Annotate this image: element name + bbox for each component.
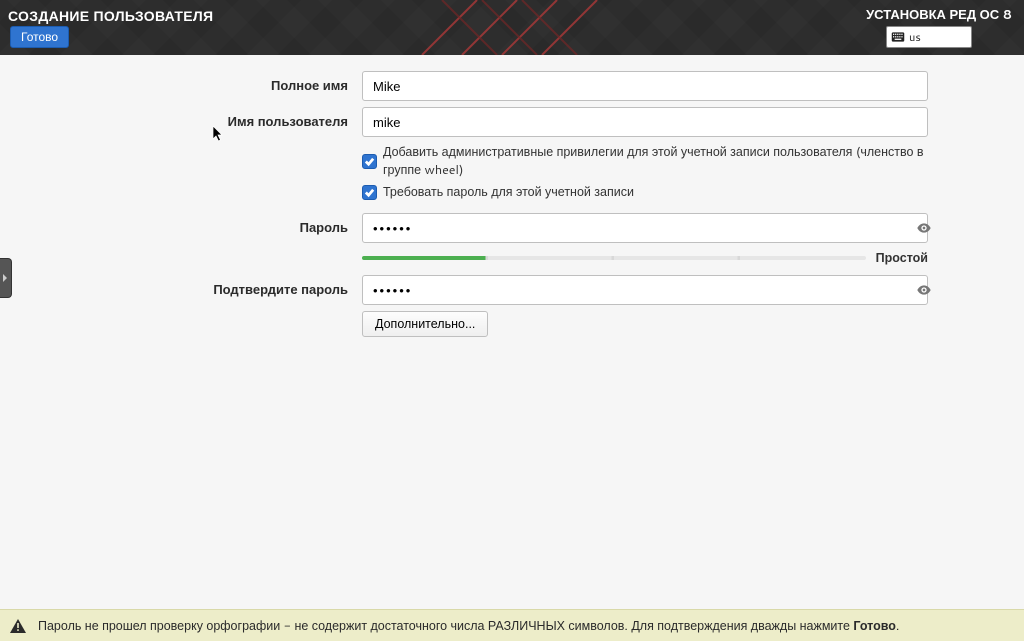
check-icon	[364, 156, 375, 167]
header-bar: СОЗДАНИЕ ПОЛЬЗОВАТЕЛЯ Готово УСТАНОВКА Р…	[0, 0, 1024, 55]
keyboard-icon	[891, 32, 905, 42]
confirm-password-input[interactable]	[362, 275, 928, 305]
content-area: Полное имя Имя пользователя Добавить адм…	[0, 55, 1024, 606]
header-decoration	[362, 0, 662, 55]
admin-checkbox[interactable]	[362, 154, 377, 169]
advanced-button[interactable]: Дополнительно...	[362, 311, 488, 337]
warning-icon	[10, 619, 26, 633]
password-strength-text: Простой	[876, 249, 928, 267]
username-input[interactable]	[362, 107, 928, 137]
require-password-checkbox[interactable]	[362, 185, 377, 200]
admin-checkbox-label[interactable]: Добавить административные привилегии для…	[383, 143, 942, 179]
password-toggle-visibility[interactable]	[912, 216, 936, 240]
row-requirepw-checkbox: Требовать пароль для этой учетной записи	[362, 183, 942, 201]
row-fullname: Полное имя	[82, 71, 942, 101]
confirm-label: Подтвердите пароль	[82, 281, 362, 299]
password-strength-bar	[362, 256, 866, 260]
username-label: Имя пользователя	[82, 113, 362, 131]
password-input[interactable]	[362, 213, 928, 243]
row-advanced: Дополнительно...	[362, 311, 942, 337]
fullname-input[interactable]	[362, 71, 928, 101]
confirm-toggle-visibility[interactable]	[912, 278, 936, 302]
warning-footer: Пароль не прошел проверку орфографии - н…	[0, 609, 1024, 641]
row-password: Пароль	[82, 213, 942, 243]
fullname-label: Полное имя	[82, 77, 362, 95]
user-form: Полное имя Имя пользователя Добавить адм…	[82, 71, 942, 337]
row-confirm: Подтвердите пароль	[82, 275, 942, 305]
password-label: Пароль	[82, 219, 362, 237]
row-username: Имя пользователя	[82, 107, 942, 137]
row-admin-checkbox: Добавить административные привилегии для…	[362, 143, 942, 179]
installer-title: УСТАНОВКА РЕД ОС 8	[866, 6, 1012, 24]
done-button[interactable]: Готово	[10, 26, 69, 48]
keyboard-layout-indicator[interactable]: us	[886, 26, 972, 48]
page-title: СОЗДАНИЕ ПОЛЬЗОВАТЕЛЯ	[8, 6, 213, 26]
warning-text: Пароль не прошел проверку орфографии - н…	[38, 617, 899, 635]
chevron-right-icon	[2, 273, 9, 283]
eye-icon	[916, 220, 932, 236]
side-expand-tab[interactable]	[0, 258, 12, 298]
eye-icon	[916, 282, 932, 298]
keyboard-layout-text: us	[909, 29, 921, 45]
require-password-label[interactable]: Требовать пароль для этой учетной записи	[383, 183, 634, 201]
password-strength-row: Простой	[362, 249, 928, 267]
check-icon	[364, 187, 375, 198]
